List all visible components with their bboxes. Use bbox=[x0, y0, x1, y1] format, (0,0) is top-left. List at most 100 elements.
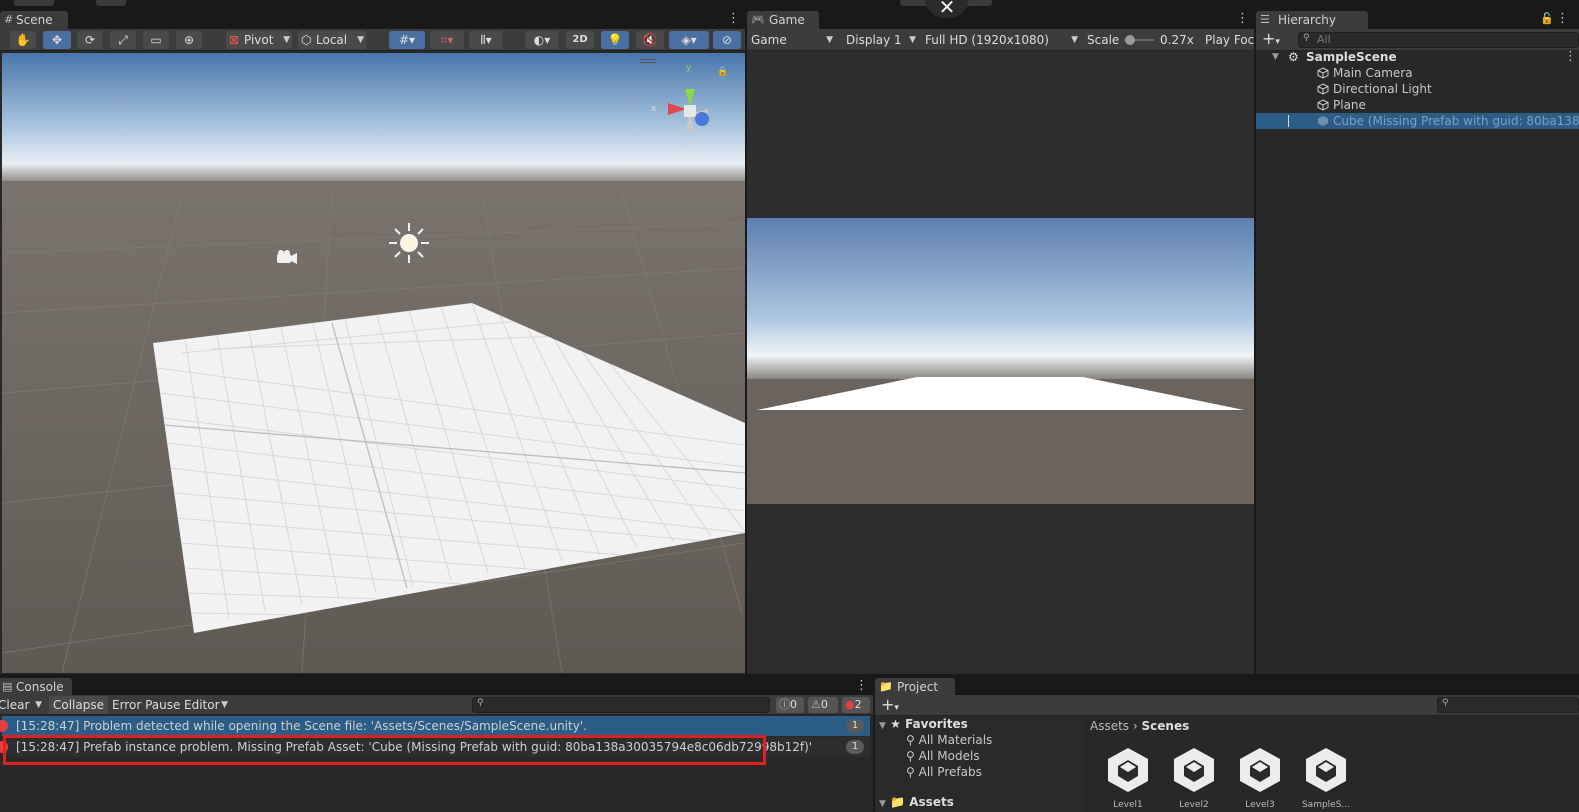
clear-label: Clear bbox=[0, 698, 30, 712]
rect-tool-button[interactable]: ▭ bbox=[143, 31, 169, 49]
snap-increment-button[interactable]: ⌗▾ bbox=[430, 31, 464, 49]
console-message-row[interactable]: [15:28:47] Problem detected while openin… bbox=[0, 716, 870, 736]
scene-menu-kebab-icon[interactable]: ⋮ bbox=[1564, 49, 1577, 64]
project-panel: 📁 Project +▾ ⚲ ▼ ★ Favorites ⚲ All Mater… bbox=[875, 676, 1579, 812]
asset-tile-level1[interactable]: Level1 bbox=[1105, 746, 1151, 812]
folder-icon: 📁 bbox=[879, 680, 893, 693]
lighting-toggle-button[interactable]: 💡 bbox=[601, 31, 629, 49]
scene-visibility-button[interactable]: ⊘ bbox=[713, 31, 741, 49]
game-menu-kebab-icon[interactable]: ⋮ bbox=[1236, 11, 1249, 27]
favorite-all-models[interactable]: ⚲ All Models bbox=[906, 748, 980, 764]
cloud-button[interactable] bbox=[96, 0, 126, 6]
asset-label: SampleS... bbox=[1301, 800, 1351, 810]
asset-tile-samplescene[interactable]: SampleS... bbox=[1302, 746, 1350, 812]
pivot-dropdown[interactable]: ⊠ Pivot ▼ bbox=[226, 31, 292, 49]
expand-arrow-icon[interactable]: ▼ bbox=[1272, 49, 1279, 65]
cube-outline-icon bbox=[1317, 99, 1329, 111]
console-menu-kebab-icon[interactable]: ⋮ bbox=[855, 678, 868, 694]
info-count-toggle[interactable]: ⓘ0 bbox=[776, 697, 804, 713]
console-search-input[interactable]: ⚲ bbox=[472, 697, 770, 713]
warning-count-toggle[interactable]: ⚠0 bbox=[808, 697, 838, 713]
effects-toggle-button[interactable]: ◈▾ bbox=[669, 31, 709, 49]
scene-tab-strip: # Scene ⋮ bbox=[0, 9, 745, 29]
persp-label[interactable]: Persp bbox=[678, 149, 708, 162]
tab-scene-label: Scene bbox=[16, 13, 53, 27]
project-search-input[interactable]: ⚲ bbox=[1437, 697, 1579, 713]
scene-menu-kebab-icon[interactable]: ⋮ bbox=[727, 11, 740, 27]
breadcrumb-assets[interactable]: Assets bbox=[1090, 719, 1129, 733]
account-button[interactable] bbox=[14, 0, 54, 6]
close-overlay-button[interactable]: ✕ bbox=[925, 0, 969, 18]
unity-scene-icon bbox=[1240, 748, 1280, 792]
tab-project[interactable]: 📁 Project bbox=[875, 678, 955, 696]
chevron-down-icon: ▼ bbox=[35, 700, 42, 710]
shading-mode-button[interactable]: ◐▾ bbox=[525, 31, 559, 49]
breadcrumb-scenes[interactable]: Scenes bbox=[1142, 719, 1190, 733]
overlay-menu-icon[interactable] bbox=[640, 59, 656, 63]
play-focused-dropdown[interactable]: Play Foc bbox=[1205, 31, 1254, 49]
gizmo-lock-icon[interactable]: 🔒 bbox=[717, 67, 728, 77]
hierarchy-item-directional-light[interactable]: Directional Light bbox=[1317, 81, 1432, 97]
hierarchy-item-cube-missing[interactable]: Cube (Missing Prefab with guid: 80ba138a bbox=[1256, 113, 1579, 129]
scale-slider-handle[interactable] bbox=[1125, 35, 1135, 45]
scene-viewport[interactable]: y x Persp 🔒 bbox=[2, 53, 745, 673]
assets-folder-header[interactable]: ▼ 📁 Assets bbox=[879, 794, 954, 810]
hierarchy-menu-kebab-icon[interactable]: ⋮ bbox=[1556, 11, 1569, 27]
highlight-annotation-box bbox=[3, 735, 766, 765]
local-dropdown[interactable]: ⬡ Local ▼ bbox=[298, 31, 366, 49]
scene-root-row[interactable]: ▼ ⚙ SampleScene bbox=[1272, 49, 1397, 65]
favorite-label: All Materials bbox=[918, 733, 993, 747]
pivot-label: Pivot bbox=[244, 33, 274, 47]
favorites-header[interactable]: ▼ ★ Favorites bbox=[879, 716, 968, 732]
clear-button[interactable]: Clear ▼ bbox=[0, 696, 44, 714]
tab-hierarchy[interactable]: ☰ Hierarchy bbox=[1256, 11, 1368, 29]
rotate-icon: ⟳ bbox=[84, 33, 96, 47]
game-viewport[interactable] bbox=[747, 51, 1254, 673]
chevron-down-icon: ▼ bbox=[283, 35, 290, 45]
favorite-all-prefabs[interactable]: ⚲ All Prefabs bbox=[906, 764, 982, 780]
move-tool-button[interactable]: ✥ bbox=[43, 31, 71, 49]
transform-tool-button[interactable]: ⊕ bbox=[176, 31, 202, 49]
asset-tile-level2[interactable]: Level2 bbox=[1171, 746, 1217, 812]
tab-console[interactable]: ▤ Console bbox=[0, 678, 72, 696]
audio-toggle-button[interactable]: 🔇 bbox=[636, 31, 664, 49]
warning-icon: ⚠ bbox=[811, 698, 821, 711]
lock-icon[interactable]: 🔓 bbox=[1540, 12, 1554, 25]
display-dropdown[interactable]: Display 1 ▼ bbox=[846, 31, 918, 49]
error-pause-toggle[interactable]: Error Pause bbox=[112, 696, 180, 714]
hand-tool-button[interactable]: ✋ bbox=[10, 31, 36, 49]
favorites-label: Favorites bbox=[905, 717, 968, 731]
breadcrumb-separator-icon: › bbox=[1132, 719, 1142, 733]
hierarchy-item-main-camera[interactable]: Main Camera bbox=[1317, 65, 1413, 81]
scale-tool-button[interactable]: ⤢ bbox=[110, 31, 136, 49]
collapse-toggle[interactable]: Collapse bbox=[49, 696, 108, 714]
grid-visibility-button[interactable]: ⦀▾ bbox=[469, 31, 503, 49]
hierarchy-search-input[interactable]: ⚲ All bbox=[1298, 32, 1579, 48]
editor-dropdown[interactable]: Editor ▼ bbox=[184, 696, 230, 714]
tab-scene[interactable]: # Scene bbox=[0, 11, 68, 29]
tab-game[interactable]: 🎮 Game bbox=[747, 11, 819, 29]
eye-hidden-icon: ⊘ bbox=[721, 33, 733, 47]
unity-scene-icon: ⚙ bbox=[1288, 50, 1299, 64]
favorite-label: All Models bbox=[918, 749, 980, 763]
search-icon: ⚲ bbox=[906, 749, 919, 763]
game-mode-dropdown[interactable]: Game ▼ bbox=[751, 31, 835, 49]
search-icon: ⚲ bbox=[1303, 33, 1310, 43]
favorite-all-materials[interactable]: ⚲ All Materials bbox=[906, 732, 992, 748]
add-object-button[interactable]: +▾ bbox=[1262, 30, 1280, 51]
hierarchy-item-plane[interactable]: Plane bbox=[1317, 97, 1366, 113]
local-label: Local bbox=[316, 33, 348, 47]
create-asset-button[interactable]: +▾ bbox=[881, 695, 899, 718]
search-icon: ⚲ bbox=[477, 698, 484, 708]
scene-render bbox=[2, 53, 745, 673]
scale-slider[interactable] bbox=[1124, 35, 1154, 45]
console-message-text: [15:28:47] Problem detected while openin… bbox=[16, 719, 587, 733]
grid-snap-button[interactable]: #▾ bbox=[389, 31, 425, 49]
toggle-2d-button[interactable]: 2D bbox=[566, 31, 594, 49]
error-count-toggle[interactable]: ●2 bbox=[842, 697, 870, 713]
tab-hierarchy-label: Hierarchy bbox=[1278, 13, 1337, 27]
asset-tile-level3[interactable]: Level3 bbox=[1237, 746, 1283, 812]
rotate-tool-button[interactable]: ⟳ bbox=[77, 31, 103, 49]
resolution-dropdown[interactable]: Full HD (1920x1080) ▼ bbox=[925, 31, 1080, 49]
error-icon bbox=[0, 720, 8, 732]
